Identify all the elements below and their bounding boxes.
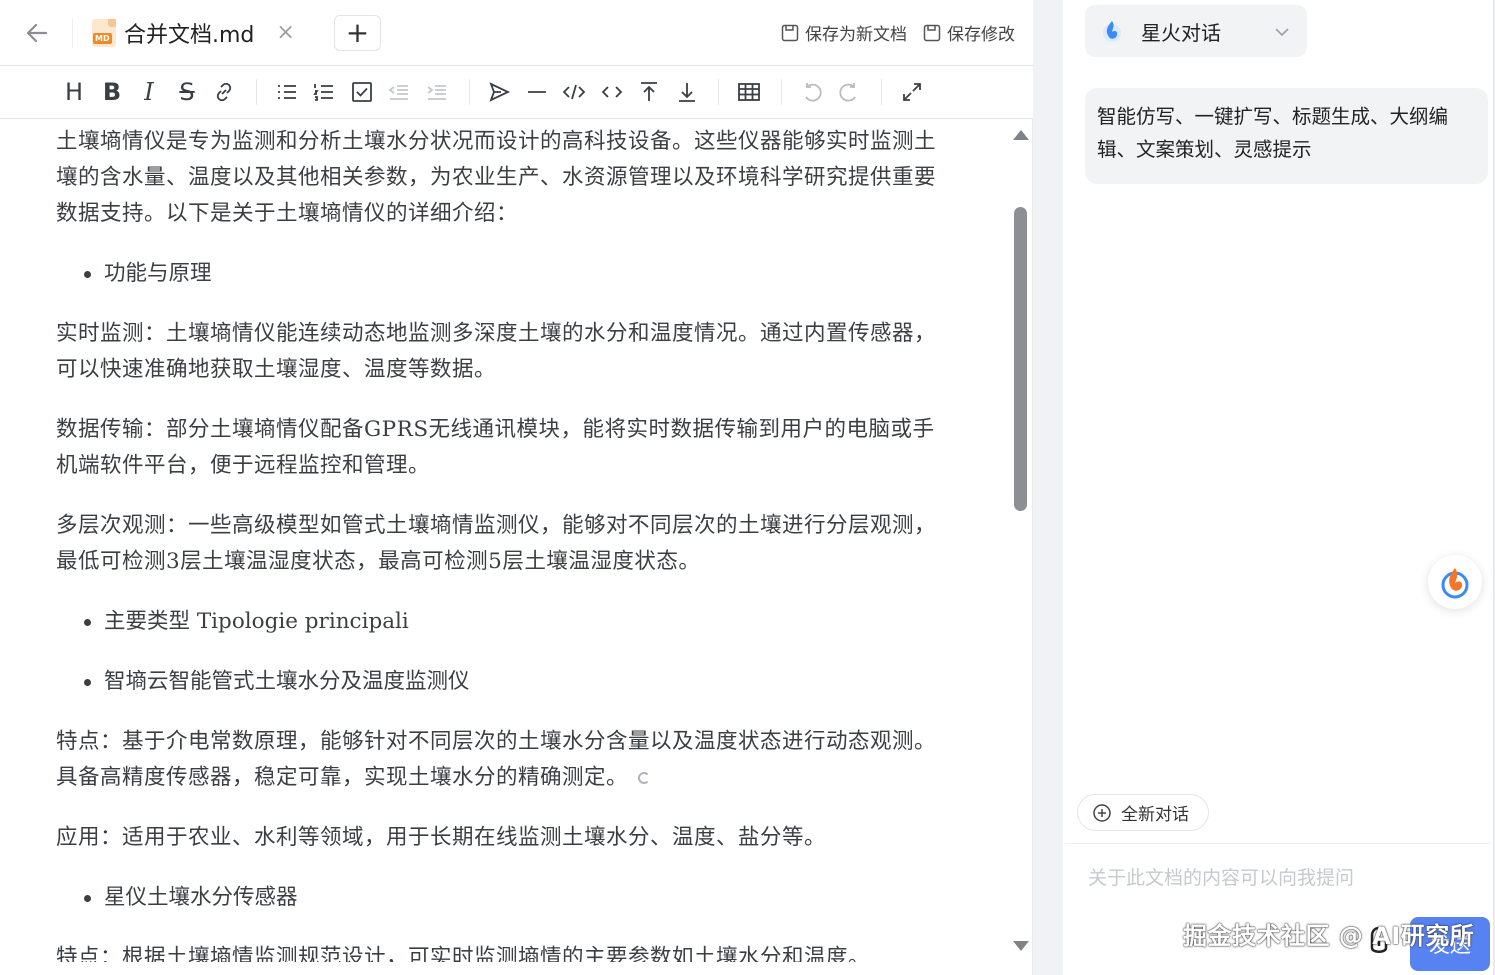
feature-hint-card: 智能仿写、一键扩写、标题生成、大纲编辑、文案策划、灵感提示 [1085,88,1488,184]
undo-button[interactable] [795,75,829,109]
strikethrough-button[interactable]: S [170,75,204,109]
document-body: 土壤墒情仪是专为监测和分析土壤水分状况而设计的高科技设备。这些仪器能够实时监测土… [56,124,946,962]
ordered-list-button[interactable] [307,75,341,109]
back-button[interactable] [20,16,54,50]
watermark-text: 掘金技术社区 @ AI研究所 [1183,922,1475,950]
paragraph: 土壤墒情仪是专为监测和分析土壤水分状况而设计的高科技设备。这些仪器能够实时监测土… [56,129,937,226]
divider [256,79,257,105]
close-icon[interactable]: × [276,22,294,44]
outdent-button[interactable] [382,75,416,109]
save-changes-label: 保存修改 [947,25,1015,45]
inline-code-button[interactable] [595,75,629,109]
list-item: 功能与原理 [56,256,946,292]
paragraph: 特点：根据土壤墒情监测规范设计，可实时监测墒情的主要参数如土壤水分和温度。 [56,945,871,962]
heading-button[interactable]: H [57,75,91,109]
loading-spinner-icon [638,772,651,784]
list-item: 星仪土壤水分传感器 [56,880,946,916]
arrow-to-top-icon [641,82,657,101]
to-bottom-button[interactable] [670,75,704,109]
indent-icon [427,85,446,100]
italic-button[interactable]: I [132,75,166,109]
editor-panel: MD 合并文档.md × + 保存为新文档 保存修改 H B I S 土壤墒情仪… [0,0,1033,975]
paragraph: 应用：适用于农业、水利等领域，用于长期在线监测土壤水分、温度、盐分等。 [56,825,827,850]
document-content[interactable]: 土壤墒情仪是专为监测和分析土壤水分状况而设计的高科技设备。这些仪器能够实时监测土… [0,120,1010,962]
paragraph-text: 特点：基于介电常数原理，能够针对不同层次的土壤水分含量以及温度状态进行动态观测。… [56,729,937,790]
divider [881,79,882,105]
divider [718,79,719,105]
scroll-down-arrow-icon[interactable] [1013,941,1029,951]
table-icon [738,83,760,101]
save-as-new-label: 保存为新文档 [805,25,907,45]
divider [1065,843,1491,844]
paragraph: 特点：基于介电常数原理，能够针对不同层次的土壤水分含量以及温度状态进行动态观测。… [56,724,946,796]
quote-button[interactable] [482,75,516,109]
bullet-list-icon [278,85,296,99]
checkbox-icon [352,82,372,102]
divider [469,79,470,105]
file-tab[interactable]: MD 合并文档.md × [92,14,295,52]
paragraph: 实时监测：土壤墒情仪能连续动态地监测多深度土壤的水分和温度情况。通过内置传感器，… [56,321,937,382]
fullscreen-button[interactable] [895,75,929,109]
table-button[interactable] [732,75,766,109]
spark-logo-icon [1103,21,1121,42]
save-icon [781,24,799,41]
add-tab-button[interactable]: + [334,15,381,51]
new-chat-label: 全新对话 [1121,805,1189,825]
format-toolbar: H B I S [0,66,1033,119]
md-file-icon: MD [92,19,116,47]
code-block-button[interactable] [557,75,591,109]
expand-icon [903,83,921,101]
add-circle-icon [1093,803,1111,822]
arrow-to-bottom-icon [679,83,695,102]
send-arrow-icon [489,82,511,102]
link-icon [216,82,232,102]
save-changes-button[interactable]: 保存修改 [923,20,1015,45]
model-selector[interactable]: 星火对话 [1085,5,1307,57]
tab-bar: MD 合并文档.md × + 保存为新文档 保存修改 [0,0,1033,66]
file-tab-label: 合并文档.md [124,23,255,48]
scrollbar-thumb[interactable] [1014,207,1027,511]
save-icon [923,24,941,41]
undo-icon [805,83,822,102]
model-name: 星火对话 [1141,20,1221,45]
chevron-down-icon [1275,28,1289,37]
redo-button[interactable] [832,75,866,109]
task-list-button[interactable] [345,75,379,109]
link-button[interactable] [207,75,241,109]
save-actions: 保存为新文档 保存修改 [781,20,1015,45]
redo-icon [839,83,856,102]
new-chat-button[interactable]: 全新对话 [1077,794,1209,831]
numbered-list-icon [313,84,333,101]
save-as-new-button[interactable]: 保存为新文档 [781,20,907,45]
divider [781,79,782,105]
list-item: 主要类型 Tipologie principali [56,604,946,640]
paragraph: 多层次观测：一些高级模型如管式土壤墒情监测仪，能够对不同层次的土壤进行分层观测，… [56,513,937,574]
horizontal-rule-icon [528,91,546,93]
spark-logo-icon [1441,568,1469,599]
floating-assistant-button[interactable] [1428,555,1482,609]
back-arrow-icon [26,23,48,43]
scroll-up-arrow-icon[interactable] [1013,130,1029,140]
unordered-list-button[interactable] [270,75,304,109]
horizontal-rule-button[interactable] [520,75,554,109]
paragraph: 数据传输：部分土壤墒情仪配备GPRS无线通讯模块，能将实时数据传输到用户的电脑或… [56,417,935,478]
code-icon [562,84,586,100]
list-item: 智墒云智能管式土壤水分及温度监测仪 [56,664,946,700]
bold-button[interactable]: B [95,75,129,109]
outdent-icon [388,85,408,100]
angle-brackets-icon [601,86,623,98]
to-top-button[interactable] [632,75,666,109]
divider [72,18,73,48]
indent-button[interactable] [420,75,454,109]
